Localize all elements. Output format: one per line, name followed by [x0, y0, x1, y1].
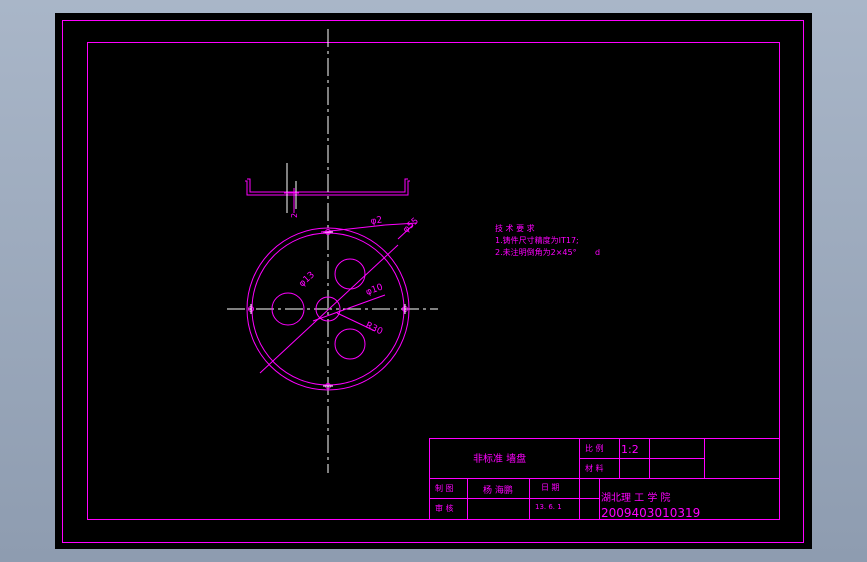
- scale-label: 比 例: [585, 443, 604, 453]
- dim-pitch-radius: R30: [364, 321, 385, 338]
- outer-frame: [62, 20, 804, 543]
- material-label: 材 料: [585, 463, 604, 473]
- plan-view: [246, 222, 418, 391]
- check-label: 审 核: [435, 503, 454, 513]
- drawing-sheet: 2 φ2 φ55 φ13 φ10 R30 技 术 要 求 1.铸件尺寸精度为IT…: [62, 20, 804, 543]
- cad-viewport[interactable]: 2 φ2 φ55 φ13 φ10 R30 技 术 要 求 1.铸件尺寸精度为IT…: [55, 13, 812, 549]
- part-name: 非标准 墙盘: [473, 452, 526, 465]
- student-id: 2009403010319: [601, 506, 700, 520]
- dim-center-hole: φ10: [365, 282, 385, 297]
- scale-value: 1:2: [621, 443, 639, 456]
- notes-line-1: 1.铸件尺寸精度为IT17;: [495, 235, 579, 245]
- date-label: 日 期: [541, 483, 560, 492]
- dim-small-hole: φ2: [370, 215, 383, 227]
- notes-line-2: 2.未注明倒角为2×45°: [495, 247, 577, 257]
- dim-outer-diameter: φ55: [401, 216, 421, 235]
- dim-thickness: 2: [290, 213, 299, 218]
- inner-frame: [87, 42, 780, 520]
- technical-notes: 技 术 要 求 1.铸件尺寸精度为IT17; 2.未注明倒角为2×45° d: [495, 223, 600, 257]
- notes-title: 技 术 要 求: [495, 223, 535, 233]
- school-name: 湖北理 工 学 院: [601, 491, 671, 504]
- hole-right-bottom: [334, 328, 366, 360]
- notes-suffix: d: [595, 248, 600, 257]
- drawer-name: 杨 海鹏: [483, 484, 513, 496]
- date-value: 13. 6. 1: [535, 503, 562, 511]
- dim-hole-13: φ13: [297, 270, 317, 289]
- drawn-label: 制 图: [435, 483, 454, 493]
- hole-right-top: [334, 258, 366, 290]
